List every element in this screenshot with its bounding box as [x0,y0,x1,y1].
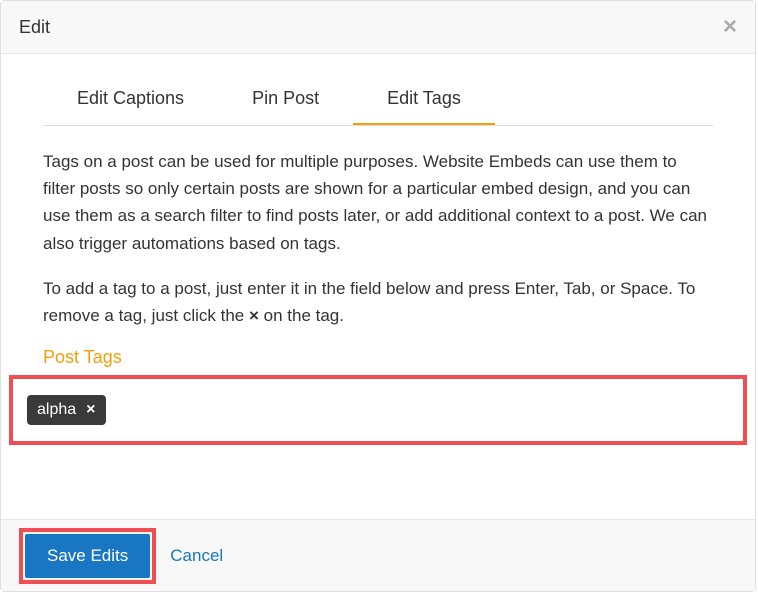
modal-footer: Save Edits Cancel [1,519,755,591]
post-tags-input[interactable]: alpha × [9,375,747,445]
tag-chip: alpha × [27,395,106,425]
tag-label: alpha [37,401,76,419]
tag-remove-icon[interactable]: × [86,401,95,419]
tags-description-2-before: To add a tag to a post, just enter it in… [43,279,695,325]
tab-edit-captions[interactable]: Edit Captions [43,74,218,125]
close-icon[interactable]: × [723,15,737,39]
tab-bar: Edit Captions Pin Post Edit Tags [43,74,713,126]
edit-modal: Edit × Edit Captions Pin Post Edit Tags … [0,0,756,592]
tab-edit-tags[interactable]: Edit Tags [353,74,495,125]
tags-description-2: To add a tag to a post, just enter it in… [43,275,713,329]
tags-description-2-after: on the tag. [259,306,344,325]
post-tags-label: Post Tags [43,347,713,368]
modal-header: Edit × [1,1,755,54]
cancel-button[interactable]: Cancel [170,546,223,566]
modal-title: Edit [19,17,50,38]
tab-pin-post[interactable]: Pin Post [218,74,353,125]
x-symbol: × [249,306,259,325]
save-highlight: Save Edits [19,528,156,584]
save-button[interactable]: Save Edits [25,534,150,578]
tags-description-1: Tags on a post can be used for multiple … [43,148,713,257]
modal-body: Edit Captions Pin Post Edit Tags Tags on… [1,54,755,591]
